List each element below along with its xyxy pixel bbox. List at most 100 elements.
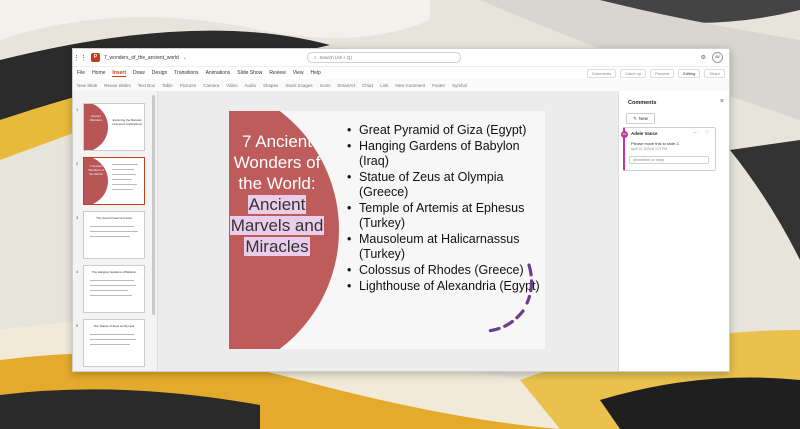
new-comment-label: New	[638, 116, 648, 121]
tab-transitions[interactable]: Transitions	[174, 70, 198, 76]
thumbnail-text-line	[112, 179, 132, 180]
thumbnail-shape	[84, 104, 108, 150]
tab-slide-show[interactable]: Slide Show	[237, 70, 262, 76]
slide-title[interactable]: 7 Ancient Wonders of the World: Ancient …	[229, 131, 325, 257]
slide-thumbnail-pane: 1 Ancient Wonders Exploring the Marvels …	[73, 91, 158, 371]
thumbnail-subtitle: Exploring the Marvels of Ancient Civiliz…	[112, 118, 142, 126]
close-icon[interactable]: ×	[720, 98, 724, 105]
bullet-item: Hanging Gardens of Babylon (Iraq)	[347, 139, 543, 169]
powerpoint-window: ⋮⋮ P 7_wonders_of_the_ancient_world ⌄ ⌕ …	[72, 48, 730, 372]
tab-file[interactable]: File	[77, 70, 85, 76]
ribbon-chart[interactable]: Chart	[362, 83, 373, 88]
app-launcher-icon[interactable]: ⋮⋮	[73, 54, 87, 62]
ribbon-new-comment[interactable]: New Comment	[395, 83, 425, 88]
thumbnail-text-line	[90, 280, 134, 281]
tab-home[interactable]: Home	[92, 70, 105, 76]
like-icon[interactable]: ♡	[705, 130, 709, 136]
slide-canvas: 7 Ancient Wonders of the World: Ancient …	[158, 91, 618, 371]
slide-title-highlight: Marvels and	[229, 216, 325, 235]
search-box[interactable]: ⌕ Search (Alt + Q)	[306, 52, 461, 63]
ribbon-symbol[interactable]: Symbol	[452, 83, 467, 88]
thumbnail-text-line	[90, 226, 134, 227]
ribbon-camera[interactable]: Camera	[203, 83, 219, 88]
ribbon-pictures[interactable]: Pictures	[180, 83, 196, 88]
ribbon-stock-images[interactable]: Stock Images	[285, 83, 312, 88]
thumbnail-text-line	[90, 339, 136, 340]
comment-author-avatar: AV	[621, 131, 628, 138]
thumbnail-text-line	[90, 295, 132, 296]
slide-thumbnail-5[interactable]: The Statue of Zeus at Olympia	[83, 319, 145, 367]
bullet-item: Great Pyramid of Giza (Egypt)	[347, 123, 543, 138]
share-button[interactable]: Share	[704, 68, 725, 78]
ribbon-footer[interactable]: Footer	[432, 83, 445, 88]
reply-input[interactable]: @mention or reply	[629, 156, 709, 164]
comments-button[interactable]: Comments	[586, 68, 617, 78]
tab-insert[interactable]: Insert	[112, 70, 127, 77]
tab-view[interactable]: View	[293, 70, 304, 76]
search-icon: ⌕	[313, 55, 317, 60]
chevron-down-icon[interactable]: ⌄	[183, 55, 187, 61]
search-placeholder: Search (Alt + Q)	[319, 55, 352, 60]
comment-add-icon: ✎	[633, 115, 637, 121]
bullet-item: Mausoleum at Halicarnassus (Turkey)	[347, 232, 543, 262]
menu-tabs: File Home Insert Draw Design Transitions…	[73, 67, 729, 79]
slide-title-highlight: Ancient	[247, 195, 307, 214]
comment-card[interactable]: AV Adele Vance ··· ♡ Please move this to…	[621, 127, 716, 171]
slide-thumbnail-3[interactable]: The Great Pyramid of Giza	[83, 211, 145, 259]
new-comment-button[interactable]: ✎ New	[626, 113, 655, 124]
document-title[interactable]: 7_wonders_of_the_ancient_world	[104, 55, 179, 61]
thumbnail-title: The Hanging Gardens of Babylon	[91, 270, 137, 274]
slide-thumbnail-4[interactable]: The Hanging Gardens of Babylon	[83, 265, 145, 313]
thumbnail-text-line	[90, 334, 134, 335]
thumbnail-number: 5	[76, 323, 79, 328]
ribbon-video[interactable]: Video	[226, 83, 237, 88]
tab-review[interactable]: Review	[269, 70, 285, 76]
thumbnail-number: 2	[76, 161, 79, 166]
thumbnail-text-line	[90, 231, 138, 232]
ribbon-reuse-slides[interactable]: Reuse Slides	[104, 83, 131, 88]
present-button[interactable]: Present	[650, 68, 675, 78]
ribbon-smartart[interactable]: SmartArt	[337, 83, 355, 88]
comment-text: Please move this to slide 2.	[631, 141, 680, 146]
bullet-item: Statue of Zeus at Olympia (Greece)	[347, 170, 543, 200]
editing-mode-button[interactable]: Editing	[678, 68, 701, 78]
thumbnail-text-line	[112, 174, 136, 175]
thumbnail-title: The Great Pyramid of Giza	[96, 216, 132, 220]
comment-author: Adele Vance	[631, 131, 658, 136]
ribbon-table[interactable]: Table	[162, 83, 173, 88]
tab-draw[interactable]: Draw	[133, 70, 145, 76]
ribbon-new-slide[interactable]: New Slide	[77, 83, 97, 88]
ribbon-audio[interactable]: Audio	[245, 83, 257, 88]
comment-timestamp: April 23, 2024 at 1:07 PM	[631, 147, 667, 151]
thumbnail-scrollbar[interactable]	[152, 95, 155, 315]
thumbnail-number: 3	[76, 215, 79, 220]
user-avatar[interactable]: AV	[712, 52, 723, 63]
comments-pane: Comments × ✎ New AV Adele Vance ··· ♡ Pl…	[618, 91, 729, 371]
thumbnail-text-line	[90, 285, 136, 286]
more-options-icon[interactable]: ···	[693, 130, 698, 136]
thumbnail-text-line	[90, 290, 128, 291]
powerpoint-logo-icon: P	[91, 53, 100, 62]
thumbnail-text-line	[90, 344, 130, 345]
tab-design[interactable]: Design	[152, 70, 168, 76]
ribbon-link[interactable]: Link	[380, 83, 388, 88]
catch-up-button[interactable]: Catch up	[620, 68, 647, 78]
slide-2[interactable]: 7 Ancient Wonders of the World: Ancient …	[229, 111, 545, 349]
ribbon-shapes[interactable]: Shapes	[263, 83, 278, 88]
slide-title-text: 7 Ancient Wonders of the World:	[233, 132, 321, 193]
tab-help[interactable]: Help	[310, 70, 320, 76]
tab-animations[interactable]: Animations	[206, 70, 231, 76]
reply-placeholder: @mention or reply	[633, 158, 665, 162]
ribbon-text-box[interactable]: Text Box	[138, 83, 155, 88]
bullet-item: Temple of Artemis at Ephesus (Turkey)	[347, 201, 543, 231]
ribbon-icons[interactable]: Icons	[320, 83, 331, 88]
slide-thumbnail-2[interactable]: 7 Ancient Wonders of the World	[83, 157, 145, 205]
ink-stroke-drawing[interactable]	[479, 261, 539, 341]
thumbnail-text-line	[112, 184, 137, 185]
thumbnail-title: Ancient Wonders	[90, 114, 102, 122]
thumbnail-title: The Statue of Zeus at Olympia	[93, 324, 135, 328]
title-bar: ⋮⋮ P 7_wonders_of_the_ancient_world ⌄ ⌕ …	[73, 49, 729, 67]
slide-thumbnail-1[interactable]: Ancient Wonders Exploring the Marvels of…	[83, 103, 145, 151]
thumbnail-number: 4	[76, 269, 79, 274]
settings-gear-icon[interactable]: ⚙	[701, 54, 706, 61]
